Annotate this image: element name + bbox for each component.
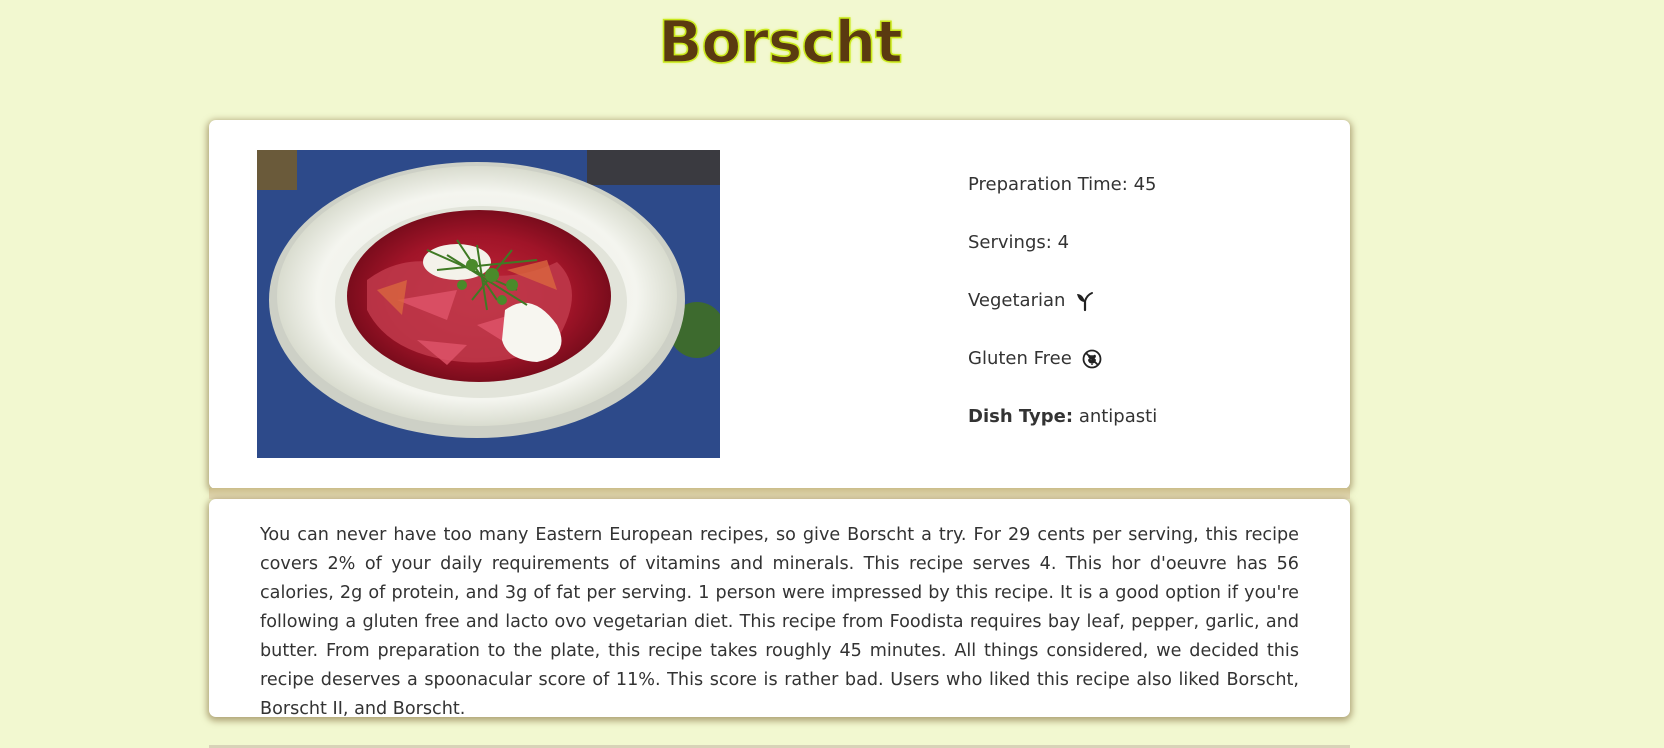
- dish-type-value: antipasti: [1078, 406, 1158, 427]
- recipe-image: [257, 150, 720, 458]
- vegetarian-label: Vegetarian: [968, 290, 1066, 311]
- recipe-description: You can never have too many Eastern Euro…: [260, 525, 1299, 719]
- preparation-time-value: 45: [1133, 174, 1157, 195]
- sprout-icon: [1075, 290, 1095, 312]
- dish-type-label: Dish Type:: [968, 406, 1074, 427]
- gluten-free-label: Gluten Free: [968, 348, 1072, 369]
- vegetarian-row: Vegetarian: [968, 290, 1157, 348]
- servings-row: Servings: 4: [968, 232, 1157, 290]
- dish-type-row: Dish Type: antipasti: [968, 406, 1157, 464]
- card-divider: [209, 488, 1350, 499]
- preparation-time-label: Preparation Time:: [968, 174, 1128, 195]
- servings-value: 4: [1057, 232, 1070, 253]
- servings-label: Servings:: [968, 232, 1052, 253]
- recipe-details: Preparation Time: 45 Servings: 4 Vegetar…: [968, 174, 1157, 464]
- recipe-overview-card: Preparation Time: 45 Servings: 4 Vegetar…: [209, 120, 1350, 489]
- no-wheat-icon: [1082, 348, 1102, 370]
- page-title: Borscht: [657, 7, 903, 77]
- recipe-description-card: You can never have too many Eastern Euro…: [209, 499, 1350, 719]
- gluten-free-row: Gluten Free: [968, 348, 1157, 406]
- preparation-time-row: Preparation Time: 45: [968, 174, 1157, 232]
